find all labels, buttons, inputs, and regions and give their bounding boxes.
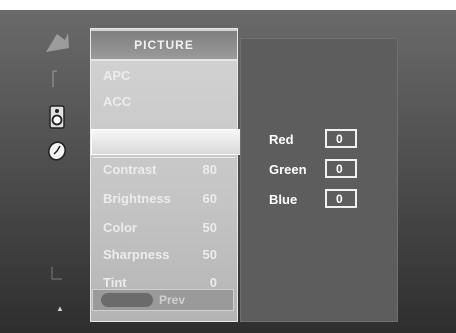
lock-icon[interactable] bbox=[42, 258, 72, 288]
menu-item-label: Brightness bbox=[103, 190, 171, 206]
submenu-row-red[interactable]: Red 0 bbox=[241, 129, 397, 151]
menu-title: PICTURE bbox=[91, 31, 237, 61]
submenu-value-box: 0 bbox=[325, 189, 357, 208]
prev-key-icon bbox=[101, 293, 153, 307]
osd-screen: ▲ PICTURE APC ACC Contrast 80 Brightness… bbox=[0, 10, 456, 333]
menu-item-value: 50 bbox=[202, 246, 217, 262]
menu-item-color[interactable]: Color 50 bbox=[91, 215, 237, 239]
submenu-row-blue[interactable]: Blue 0 bbox=[241, 189, 397, 211]
arrow-icon: ▲ bbox=[56, 304, 64, 313]
menu-item-label: Sharpness bbox=[103, 246, 170, 262]
menu-item-label: Contrast bbox=[103, 161, 157, 177]
menu-item-label: ACC bbox=[103, 93, 132, 109]
menu-item-value: 60 bbox=[202, 190, 217, 206]
picture-icon[interactable] bbox=[42, 28, 72, 58]
submenu-value-box: 0 bbox=[325, 129, 357, 148]
menu-item-apc[interactable]: APC bbox=[91, 63, 237, 87]
screen-icon[interactable] bbox=[42, 64, 72, 94]
menu-item-contrast[interactable]: Contrast 80 bbox=[91, 157, 237, 181]
prev-label: Prev bbox=[159, 293, 186, 307]
menu-item-selected[interactable] bbox=[91, 129, 251, 155]
category-icon-bar: ▲ bbox=[36, 26, 84, 321]
menu-item-value: 80 bbox=[202, 161, 217, 177]
menu-item-label: APC bbox=[103, 67, 131, 83]
color-temp-submenu: Red 0 Green 0 Blue 0 bbox=[240, 38, 398, 322]
submenu-label: Red bbox=[269, 132, 294, 147]
picture-menu: PICTURE APC ACC Contrast 80 Brightness 6… bbox=[90, 28, 251, 322]
submenu-row-green[interactable]: Green 0 bbox=[241, 159, 397, 181]
menu-item-sharpness[interactable]: Sharpness 50 bbox=[91, 242, 237, 266]
menu-item-value: 0 bbox=[209, 274, 217, 290]
submenu-label: Blue bbox=[269, 192, 298, 207]
menu-item-value: 50 bbox=[202, 219, 217, 235]
menu-item-label: Color bbox=[103, 219, 137, 235]
menu-item-label: Tint bbox=[103, 274, 127, 290]
menu-item-brightness[interactable]: Brightness 60 bbox=[91, 186, 237, 210]
speaker-icon[interactable] bbox=[42, 102, 72, 132]
menu-item-acc[interactable]: ACC bbox=[91, 89, 237, 113]
prev-button[interactable]: Prev bbox=[92, 289, 234, 311]
submenu-value-box: 0 bbox=[325, 159, 357, 178]
clock-icon[interactable] bbox=[42, 136, 72, 166]
submenu-label: Green bbox=[269, 162, 307, 177]
